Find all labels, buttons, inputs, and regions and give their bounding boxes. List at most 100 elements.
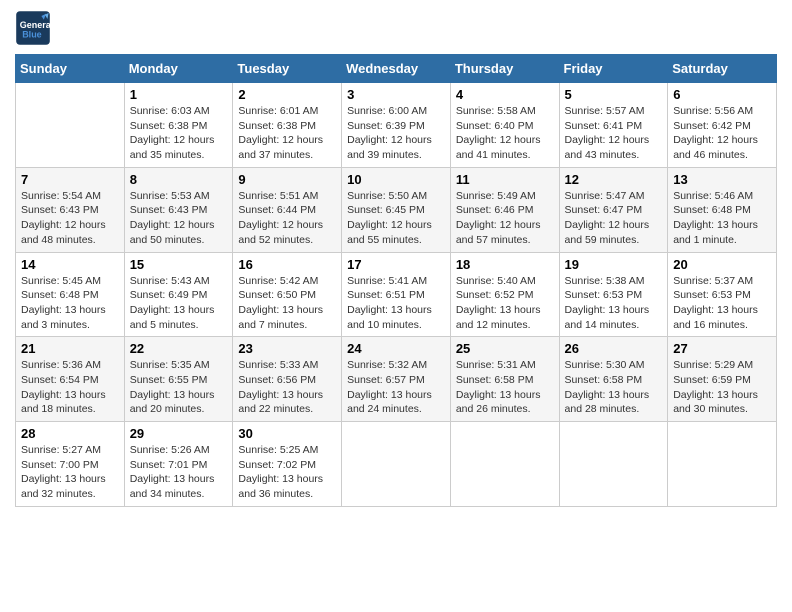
day-number: 17: [347, 257, 445, 272]
day-info: Sunrise: 6:03 AMSunset: 6:38 PMDaylight:…: [130, 104, 228, 163]
calendar-cell: 23 Sunrise: 5:33 AMSunset: 6:56 PMDayligh…: [233, 337, 342, 422]
day-info: Sunrise: 6:01 AMSunset: 6:38 PMDaylight:…: [238, 104, 336, 163]
calendar-cell: 26Sunrise: 5:30 AMSunset: 6:58 PMDayligh…: [559, 337, 668, 422]
calendar-cell: 9 Sunrise: 5:51 AMSunset: 6:44 PMDaylight…: [233, 167, 342, 252]
calendar-cell: 22 Sunrise: 5:35 AMSunset: 6:55 PMDayligh…: [124, 337, 233, 422]
day-info: Sunrise: 5:30 AMSunset: 6:58 PMDaylight:…: [565, 358, 663, 417]
calendar-cell: 17 Sunrise: 5:41 AMSunset: 6:51 PMDayligh…: [342, 252, 451, 337]
day-number: 25: [456, 341, 554, 356]
day-info: Sunrise: 5:27 AMSunset: 7:00 PMDaylight:…: [21, 443, 119, 502]
calendar-cell: 5 Sunrise: 5:57 AMSunset: 6:41 PMDaylight…: [559, 83, 668, 168]
calendar-cell: 16Sunrise: 5:42 AMSunset: 6:50 PMDayligh…: [233, 252, 342, 337]
day-info: Sunrise: 5:32 AMSunset: 6:57 PMDaylight:…: [347, 358, 445, 417]
calendar-week-1: 1 Sunrise: 6:03 AMSunset: 6:38 PMDaylight…: [16, 83, 777, 168]
calendar-cell: 25 Sunrise: 5:31 AMSunset: 6:58 PMDayligh…: [450, 337, 559, 422]
weekday-thursday: Thursday: [450, 55, 559, 83]
day-info: Sunrise: 5:53 AMSunset: 6:43 PMDaylight:…: [130, 189, 228, 248]
calendar-cell: 8 Sunrise: 5:53 AMSunset: 6:43 PMDaylight…: [124, 167, 233, 252]
weekday-friday: Friday: [559, 55, 668, 83]
calendar-cell: 18 Sunrise: 5:40 AMSunset: 6:52 PMDayligh…: [450, 252, 559, 337]
weekday-tuesday: Tuesday: [233, 55, 342, 83]
svg-text:Blue: Blue: [22, 30, 42, 40]
day-number: 2: [238, 87, 336, 102]
calendar-cell: 19 Sunrise: 5:38 AMSunset: 6:53 PMDayligh…: [559, 252, 668, 337]
calendar-cell: 3 Sunrise: 6:00 AMSunset: 6:39 PMDaylight…: [342, 83, 451, 168]
day-number: 20: [673, 257, 771, 272]
day-info: Sunrise: 5:29 AMSunset: 6:59 PMDaylight:…: [673, 358, 771, 417]
day-info: Sunrise: 5:41 AMSunset: 6:51 PMDaylight:…: [347, 274, 445, 333]
day-info: Sunrise: 5:54 AMSunset: 6:43 PMDaylight:…: [21, 189, 119, 248]
day-number: 16: [238, 257, 336, 272]
calendar-cell: 6Sunrise: 5:56 AMSunset: 6:42 PMDaylight…: [668, 83, 777, 168]
weekday-sunday: Sunday: [16, 55, 125, 83]
calendar-week-2: 7 Sunrise: 5:54 AMSunset: 6:43 PMDaylight…: [16, 167, 777, 252]
day-number: 18: [456, 257, 554, 272]
day-info: Sunrise: 5:43 AMSunset: 6:49 PMDaylight:…: [130, 274, 228, 333]
calendar-cell: 4 Sunrise: 5:58 AMSunset: 6:40 PMDaylight…: [450, 83, 559, 168]
weekday-monday: Monday: [124, 55, 233, 83]
calendar-cell: 7 Sunrise: 5:54 AMSunset: 6:43 PMDaylight…: [16, 167, 125, 252]
day-info: Sunrise: 5:49 AMSunset: 6:46 PMDaylight:…: [456, 189, 554, 248]
day-number: 10: [347, 172, 445, 187]
day-info: Sunrise: 5:25 AMSunset: 7:02 PMDaylight:…: [238, 443, 336, 502]
calendar-cell: 29 Sunrise: 5:26 AMSunset: 7:01 PMDayligh…: [124, 422, 233, 507]
day-info: Sunrise: 5:38 AMSunset: 6:53 PMDaylight:…: [565, 274, 663, 333]
day-number: 19: [565, 257, 663, 272]
day-number: 24: [347, 341, 445, 356]
calendar-week-3: 14 Sunrise: 5:45 AMSunset: 6:48 PMDayligh…: [16, 252, 777, 337]
calendar-cell: 1 Sunrise: 6:03 AMSunset: 6:38 PMDaylight…: [124, 83, 233, 168]
day-number: 22: [130, 341, 228, 356]
day-info: Sunrise: 5:47 AMSunset: 6:47 PMDaylight:…: [565, 189, 663, 248]
day-number: 14: [21, 257, 119, 272]
day-info: Sunrise: 5:58 AMSunset: 6:40 PMDaylight:…: [456, 104, 554, 163]
day-info: Sunrise: 5:57 AMSunset: 6:41 PMDaylight:…: [565, 104, 663, 163]
calendar-week-5: 28Sunrise: 5:27 AMSunset: 7:00 PMDayligh…: [16, 422, 777, 507]
calendar-cell: 24 Sunrise: 5:32 AMSunset: 6:57 PMDayligh…: [342, 337, 451, 422]
calendar-cell: 27 Sunrise: 5:29 AMSunset: 6:59 PMDayligh…: [668, 337, 777, 422]
weekday-wednesday: Wednesday: [342, 55, 451, 83]
day-info: Sunrise: 5:40 AMSunset: 6:52 PMDaylight:…: [456, 274, 554, 333]
day-info: Sunrise: 5:45 AMSunset: 6:48 PMDaylight:…: [21, 274, 119, 333]
day-info: Sunrise: 5:35 AMSunset: 6:55 PMDaylight:…: [130, 358, 228, 417]
day-info: Sunrise: 5:56 AMSunset: 6:42 PMDaylight:…: [673, 104, 771, 163]
calendar-cell: [342, 422, 451, 507]
day-number: 13: [673, 172, 771, 187]
calendar-cell: 30Sunrise: 5:25 AMSunset: 7:02 PMDayligh…: [233, 422, 342, 507]
day-number: 9: [238, 172, 336, 187]
day-number: 3: [347, 87, 445, 102]
day-number: 1: [130, 87, 228, 102]
day-info: Sunrise: 6:00 AMSunset: 6:39 PMDaylight:…: [347, 104, 445, 163]
day-number: 7: [21, 172, 119, 187]
day-info: Sunrise: 5:33 AMSunset: 6:56 PMDaylight:…: [238, 358, 336, 417]
weekday-header-row: SundayMondayTuesdayWednesdayThursdayFrid…: [16, 55, 777, 83]
calendar-cell: [450, 422, 559, 507]
day-info: Sunrise: 5:26 AMSunset: 7:01 PMDaylight:…: [130, 443, 228, 502]
day-number: 8: [130, 172, 228, 187]
calendar-header: SundayMondayTuesdayWednesdayThursdayFrid…: [16, 55, 777, 83]
day-number: 5: [565, 87, 663, 102]
page-header: General Blue: [15, 10, 777, 46]
calendar-cell: 15Sunrise: 5:43 AMSunset: 6:49 PMDayligh…: [124, 252, 233, 337]
day-number: 29: [130, 426, 228, 441]
calendar-cell: [668, 422, 777, 507]
calendar-body: 1 Sunrise: 6:03 AMSunset: 6:38 PMDaylight…: [16, 83, 777, 507]
day-number: 27: [673, 341, 771, 356]
day-info: Sunrise: 5:50 AMSunset: 6:45 PMDaylight:…: [347, 189, 445, 248]
day-number: 11: [456, 172, 554, 187]
calendar-cell: 13Sunrise: 5:46 AMSunset: 6:48 PMDayligh…: [668, 167, 777, 252]
calendar-week-4: 21Sunrise: 5:36 AMSunset: 6:54 PMDayligh…: [16, 337, 777, 422]
day-number: 23: [238, 341, 336, 356]
calendar-cell: 28Sunrise: 5:27 AMSunset: 7:00 PMDayligh…: [16, 422, 125, 507]
logo: General Blue: [15, 10, 55, 46]
logo-svg: General Blue: [15, 10, 51, 46]
day-number: 4: [456, 87, 554, 102]
day-info: Sunrise: 5:37 AMSunset: 6:53 PMDaylight:…: [673, 274, 771, 333]
weekday-saturday: Saturday: [668, 55, 777, 83]
calendar-cell: 20 Sunrise: 5:37 AMSunset: 6:53 PMDayligh…: [668, 252, 777, 337]
day-info: Sunrise: 5:51 AMSunset: 6:44 PMDaylight:…: [238, 189, 336, 248]
day-number: 21: [21, 341, 119, 356]
day-info: Sunrise: 5:31 AMSunset: 6:58 PMDaylight:…: [456, 358, 554, 417]
calendar-cell: 11 Sunrise: 5:49 AMSunset: 6:46 PMDayligh…: [450, 167, 559, 252]
calendar-cell: 21Sunrise: 5:36 AMSunset: 6:54 PMDayligh…: [16, 337, 125, 422]
calendar-cell: [559, 422, 668, 507]
